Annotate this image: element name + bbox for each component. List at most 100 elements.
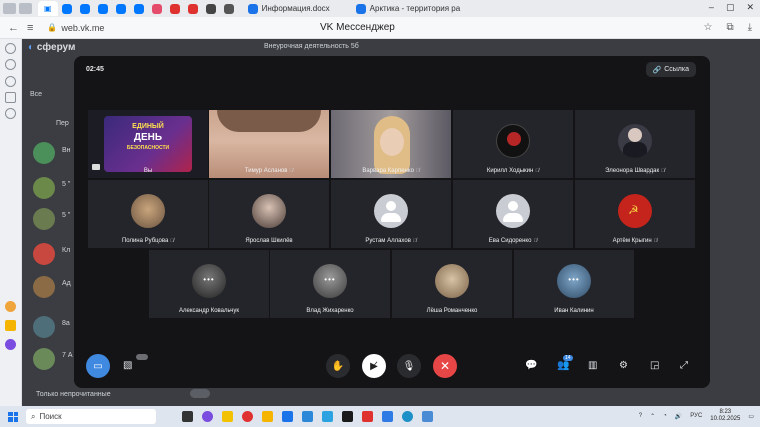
volume-icon[interactable]: 🔊 — [675, 413, 682, 420]
chat-button[interactable]: 💬 — [525, 360, 537, 371]
tab-vk-favicon-icon[interactable] — [133, 3, 144, 14]
calendar-icon[interactable] — [5, 92, 16, 103]
tab-vk[interactable]: ▣ — [38, 1, 58, 16]
participant-tile[interactable]: Ярослав Шкилёв — [209, 180, 329, 248]
tab-vk-favicon-icon[interactable] — [61, 3, 72, 14]
tab-favicon-icon[interactable] — [223, 3, 234, 14]
participant-tile[interactable]: Лёша Романченко — [392, 250, 512, 318]
language-indicator[interactable]: РУС — [690, 413, 702, 419]
unread-filter-label: Только непрочитанные — [36, 391, 111, 398]
history-icon[interactable] — [5, 43, 16, 54]
hand-icon: ✋ — [331, 360, 345, 372]
hamburger-icon[interactable]: ≡ — [27, 22, 33, 34]
close-window-icon[interactable]: ✕ — [746, 2, 754, 13]
app-icon[interactable] — [382, 411, 393, 422]
effects-button[interactable]: ▧ — [123, 360, 132, 371]
hammer-sickle-icon: ☭ — [628, 203, 639, 217]
mic-off-icon: 🎙̸ — [533, 238, 538, 244]
network-icon[interactable]: ◔ — [663, 413, 667, 419]
tab-arctic-label[interactable]: Арктика - территория ра — [370, 4, 461, 13]
url-field[interactable]: 🔒 web.vk.me — [47, 20, 107, 35]
tab-profile-favicon-icon[interactable] — [205, 3, 216, 14]
alice-icon[interactable] — [5, 339, 16, 350]
mic-off-icon: 🎙̸ — [412, 238, 417, 244]
windows-start-icon[interactable] — [8, 411, 18, 422]
minimize-call-button[interactable]: ◲ — [650, 360, 659, 371]
play-icon[interactable] — [5, 76, 16, 87]
maximize-icon[interactable]: ▢ — [726, 2, 735, 13]
help-icon[interactable]: ? — [639, 413, 642, 419]
screen-share-button[interactable]: ▭ — [86, 354, 110, 378]
list-item[interactable]: Все — [30, 91, 70, 98]
minimize-icon[interactable]: – — [709, 2, 714, 13]
tab-vk-favicon-icon[interactable] — [115, 3, 126, 14]
layout-button[interactable]: ▥ — [588, 360, 597, 371]
participant-tile[interactable]: Элеонора Швардак 🎙̸ — [575, 110, 695, 178]
mail-icon[interactable] — [302, 411, 313, 422]
unread-toggle[interactable] — [190, 389, 210, 398]
store-icon[interactable] — [282, 411, 293, 422]
mail-icon[interactable] — [5, 320, 16, 331]
participant-tile[interactable]: Кирилл Ходыкин 🎙̸ — [453, 110, 573, 178]
participant-tile[interactable]: Варвара Карпенко 🎙̸ — [331, 110, 451, 178]
clock-icon[interactable] — [5, 108, 16, 119]
avatar[interactable] — [33, 316, 55, 338]
raise-hand-button[interactable]: ✋ — [326, 354, 350, 378]
avatar[interactable] — [33, 177, 55, 199]
participant-tile[interactable]: ☭ Артём Крыгин 🎙̸ — [575, 180, 695, 248]
avatar[interactable] — [33, 208, 55, 230]
avatar[interactable] — [33, 348, 55, 370]
bookmark-icon[interactable]: ☆ — [703, 22, 712, 33]
alice-icon[interactable] — [202, 411, 213, 422]
participants-button[interactable]: 👥 — [557, 360, 569, 371]
download-icon[interactable]: ⤓ — [748, 22, 752, 33]
camera-toggle-button[interactable]: ▶̸ — [362, 354, 386, 378]
tab-list-icon[interactable] — [19, 3, 32, 14]
participant-tile[interactable]: Ева Сидоренко 🎙̸ — [453, 180, 573, 248]
yandex-browser-icon[interactable] — [242, 411, 253, 422]
microphone-button[interactable]: 🎙 — [397, 354, 421, 378]
tab-vk-favicon-icon[interactable] — [97, 3, 108, 14]
tab-mail-favicon-icon[interactable] — [151, 3, 162, 14]
avatar[interactable] — [33, 276, 55, 298]
participant-name-label: Кирилл Ходыкин — [486, 168, 534, 174]
participant-tile[interactable]: Тимур Асланов 🎙̸ — [209, 110, 329, 178]
participant-tile[interactable]: Полина Рубцова 🎙̸ — [88, 180, 208, 248]
app-icon[interactable] — [222, 411, 233, 422]
app-icon[interactable] — [342, 411, 353, 422]
participant-tile[interactable]: ••• Иван Калинин — [514, 250, 634, 318]
taskbar-search[interactable]: ⌕ Поиск — [26, 409, 156, 424]
extensions-icon[interactable]: ⧉ — [726, 22, 733, 33]
avatar: ••• — [192, 264, 226, 298]
avatar — [618, 124, 652, 158]
tab-vk-favicon-icon[interactable] — [79, 3, 90, 14]
browser-menu-icon[interactable] — [3, 3, 16, 14]
back-arrow-icon[interactable]: ← — [8, 22, 19, 34]
yandex-icon[interactable] — [362, 411, 373, 422]
task-view-icon[interactable] — [182, 411, 193, 422]
share-link-button[interactable]: 🔗 Ссылка — [645, 62, 696, 77]
notifications-icon[interactable]: ▭ — [748, 413, 754, 420]
fullscreen-button[interactable]: ⤢ — [680, 360, 688, 371]
edge-icon[interactable] — [402, 411, 413, 422]
end-call-button[interactable]: ✕ — [433, 354, 457, 378]
app-icon[interactable] — [5, 301, 16, 312]
tab-youtube-favicon-icon[interactable] — [169, 3, 180, 14]
participant-tile[interactable]: ••• Александр Ковальчук — [149, 250, 269, 318]
clock[interactable]: 8:23 10.02.2025 — [710, 409, 740, 423]
app-icon[interactable] — [422, 411, 433, 422]
tab-youtube-favicon-icon[interactable] — [187, 3, 198, 14]
tab-docx-label[interactable]: Информация.docx — [262, 4, 330, 13]
avatar[interactable] — [33, 142, 55, 164]
settings-button[interactable]: ⚙ — [619, 360, 628, 371]
telegram-icon[interactable] — [322, 411, 333, 422]
participant-tile[interactable]: ••• Влад Жихаренко — [270, 250, 390, 318]
mic-off-icon: 🎙̸ — [170, 238, 175, 244]
collections-icon[interactable] — [5, 59, 16, 70]
chevron-up-icon[interactable]: ⌃ — [650, 413, 655, 420]
file-explorer-icon[interactable] — [262, 411, 273, 422]
participant-tile[interactable]: Рустам Аллахов 🎙̸ — [331, 180, 451, 248]
participant-tile-you[interactable]: ЕДИНЫЙ ДЕНЬ БЕЗОПАСНОСТИ Вы — [88, 110, 208, 178]
user-body-icon — [381, 213, 401, 222]
avatar[interactable] — [33, 243, 55, 265]
